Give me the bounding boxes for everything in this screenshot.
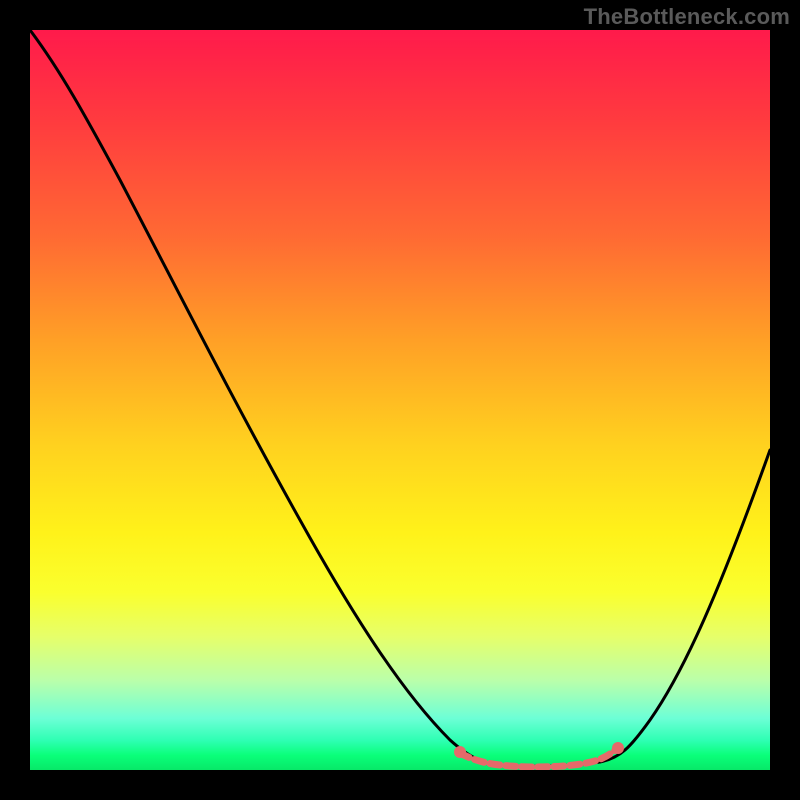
chart-frame: TheBottleneck.com [0, 0, 800, 800]
bottleneck-curve [30, 30, 770, 766]
curve-svg [30, 30, 770, 770]
optimal-end-dot [612, 742, 624, 754]
watermark-text: TheBottleneck.com [584, 4, 790, 30]
plot-area [30, 30, 770, 770]
optimal-range-marker [460, 748, 618, 767]
optimal-start-dot [454, 746, 466, 758]
